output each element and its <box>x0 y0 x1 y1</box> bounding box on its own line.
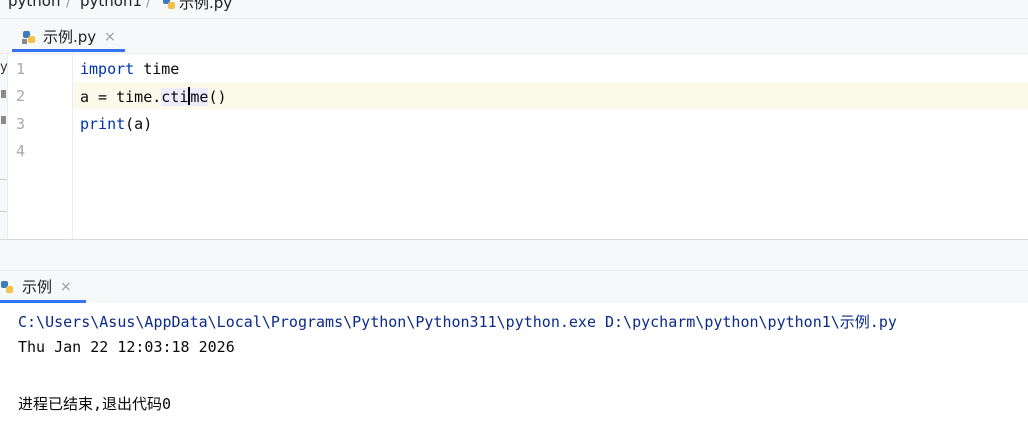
code-text: () <box>208 88 227 106</box>
keyword-print: print <box>80 115 126 133</box>
project-panel-edge: y <box>0 54 8 239</box>
keyword-import: import <box>80 60 135 78</box>
breadcrumb-item-file[interactable]: 示例.py <box>162 0 233 12</box>
editor-tab-bar: 示例.py × <box>0 19 1028 54</box>
identifier-highlight: cti me <box>161 87 209 106</box>
tab-label: 示例.py <box>43 28 97 46</box>
python-file-icon <box>22 31 35 44</box>
breadcrumb: python / python1 / 示例.py <box>0 0 1028 19</box>
breadcrumb-file-label: 示例.py <box>179 0 233 12</box>
panel-edge-mark <box>1 90 6 98</box>
code-line-3[interactable]: print(a) <box>80 115 152 133</box>
run-tab-example[interactable]: 示例 × <box>0 277 86 299</box>
tab-example-py[interactable]: 示例.py × <box>12 25 125 49</box>
line-number: 1 <box>16 60 26 78</box>
console-command-line: C:\Users\Asus\AppData\Local\Programs\Pyt… <box>18 313 897 331</box>
close-icon[interactable]: × <box>60 277 72 297</box>
panel-edge-divider <box>0 211 7 212</box>
panel-edge-mark <box>1 116 6 124</box>
code-line-2[interactable]: a = time.cti me() <box>80 87 227 106</box>
panel-edge-divider <box>0 179 7 180</box>
console-exit-message: 进程已结束,退出代码0 <box>18 395 172 413</box>
run-tab-bar: 示例 × <box>0 271 1028 303</box>
breadcrumb-item-python1[interactable]: python1 <box>80 0 142 9</box>
breadcrumb-item-python[interactable]: python <box>8 0 60 9</box>
python-file-icon <box>163 0 175 9</box>
ide-window: python / python1 / 示例.py 示例.py × y 1 2 3… <box>0 0 1028 424</box>
panel-edge-glyph: y <box>0 60 8 75</box>
code-line-1[interactable]: import time <box>80 60 179 78</box>
code-text: me <box>190 88 209 106</box>
run-tab-label: 示例 <box>22 278 53 296</box>
code-text: cti <box>161 88 189 106</box>
active-tab-indicator <box>12 49 125 52</box>
console-output-line: Thu Jan 22 12:03:18 2026 <box>18 338 235 356</box>
breadcrumb-separator: / <box>146 0 152 10</box>
line-number: 4 <box>16 142 26 160</box>
panel-splitter[interactable] <box>0 240 1028 271</box>
breadcrumb-separator: / <box>66 0 72 10</box>
line-number: 2 <box>16 87 26 105</box>
python-run-icon <box>1 281 13 293</box>
close-icon[interactable]: × <box>104 25 116 49</box>
code-text: a = time. <box>80 88 162 106</box>
run-console[interactable]: C:\Users\Asus\AppData\Local\Programs\Pyt… <box>0 303 1028 424</box>
code-text: time <box>134 60 180 78</box>
code-text: (a) <box>125 115 153 133</box>
code-editor[interactable]: y 1 2 3 4 import time a = time.cti me() p… <box>0 54 1028 239</box>
line-number: 3 <box>16 115 26 133</box>
